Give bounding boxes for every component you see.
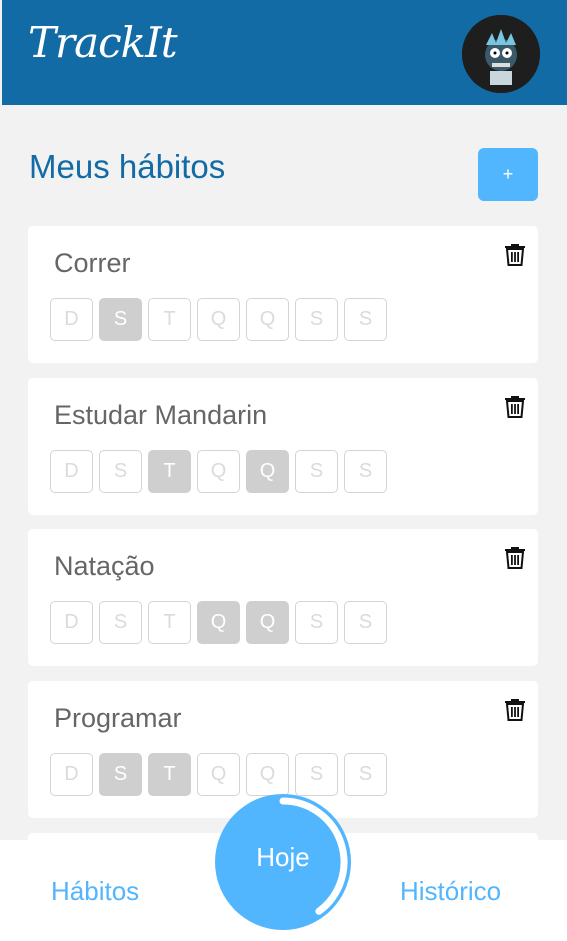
weekday-button[interactable]: T — [148, 753, 191, 796]
weekday-selector: DSTQQSS — [50, 450, 387, 493]
top-bar: TrackIt — [2, 0, 567, 105]
weekday-button[interactable]: S — [344, 601, 387, 644]
weekday-button[interactable]: S — [99, 601, 142, 644]
app-logo: TrackIt — [28, 18, 178, 67]
page-title: Meus hábitos — [29, 148, 226, 185]
nav-history-link[interactable]: Histórico — [400, 876, 501, 907]
weekday-selector: DSTQQSS — [50, 601, 387, 644]
today-label: Hoje — [256, 841, 310, 872]
nav-habits-link[interactable]: Hábitos — [51, 876, 139, 907]
weekday-button[interactable]: S — [295, 450, 338, 493]
weekday-button[interactable]: S — [295, 298, 338, 341]
weekday-selector: DSTQQSS — [50, 298, 387, 341]
weekday-button[interactable]: Q — [246, 450, 289, 493]
weekday-button[interactable]: Q — [197, 298, 240, 341]
weekday-button[interactable]: Q — [246, 298, 289, 341]
weekday-button[interactable]: S — [99, 450, 142, 493]
today-button[interactable]: Hoje — [215, 794, 351, 930]
habit-name: Estudar Mandarin — [54, 400, 268, 430]
habit-name: Correr — [54, 248, 131, 278]
weekday-button[interactable]: Q — [197, 601, 240, 644]
trash-icon[interactable] — [504, 242, 526, 266]
add-habit-button[interactable]: + — [478, 148, 538, 201]
trash-icon[interactable] — [504, 697, 526, 721]
weekday-button[interactable]: D — [50, 753, 93, 796]
trash-icon[interactable] — [504, 394, 526, 418]
habit-card: Estudar Mandarin D S T Q Q S S — [28, 378, 538, 515]
habit-card: Natação D S T Q Q S S — [28, 529, 538, 666]
trash-icon[interactable] — [504, 545, 526, 569]
weekday-button[interactable]: S — [295, 601, 338, 644]
weekday-button[interactable]: S — [344, 450, 387, 493]
user-avatar[interactable] — [462, 15, 540, 93]
habit-card: Correr D S T Q Q S S — [28, 226, 538, 363]
habit-name: Programar — [54, 703, 182, 733]
weekday-button[interactable]: D — [50, 450, 93, 493]
weekday-button[interactable]: Q — [246, 601, 289, 644]
weekday-button[interactable]: T — [148, 601, 191, 644]
weekday-button[interactable]: T — [148, 450, 191, 493]
habit-name: Natação — [54, 551, 155, 581]
weekday-button[interactable]: Q — [197, 450, 240, 493]
weekday-button[interactable]: T — [148, 298, 191, 341]
weekday-button[interactable]: S — [99, 753, 142, 796]
weekday-button[interactable]: D — [50, 601, 93, 644]
weekday-button[interactable]: S — [99, 298, 142, 341]
weekday-button[interactable]: D — [50, 298, 93, 341]
weekday-button[interactable]: S — [344, 298, 387, 341]
